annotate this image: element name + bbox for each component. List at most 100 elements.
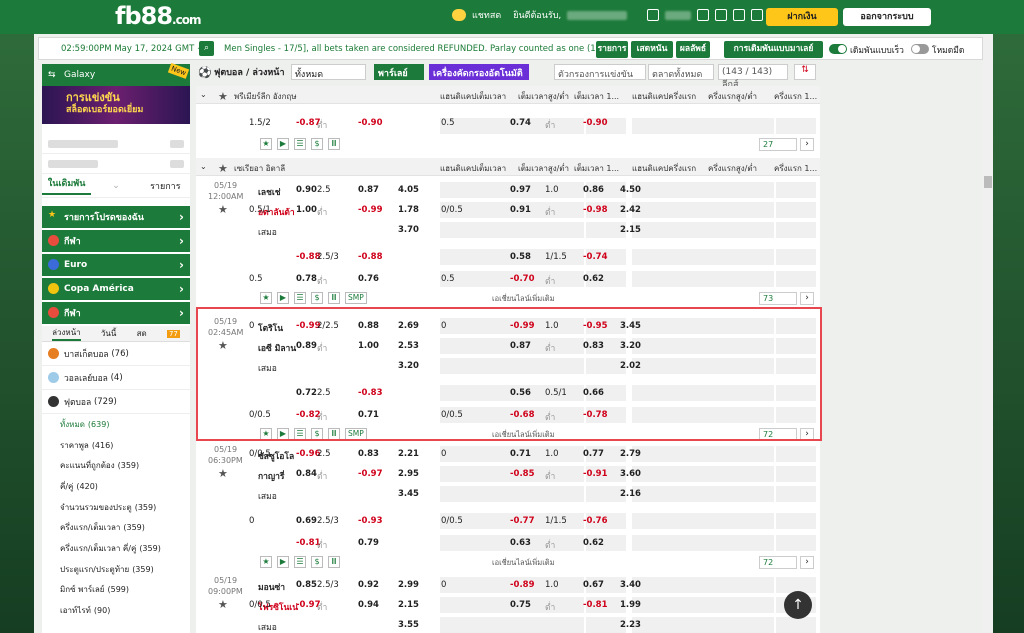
odds-value[interactable]: -0.99 bbox=[358, 205, 383, 215]
sub-market-item[interactable]: จำนวนรวมของประตู (359) bbox=[42, 497, 190, 518]
sub-market-item[interactable]: ราคาพูล (416) bbox=[42, 435, 190, 456]
odds-value[interactable]: 0.78 bbox=[296, 274, 317, 284]
odds-value[interactable]: 0.62 bbox=[583, 274, 604, 284]
odds-value[interactable]: -0.85 bbox=[510, 469, 535, 479]
next-icon[interactable]: › bbox=[800, 138, 814, 151]
odds-value[interactable]: 0.85 bbox=[296, 580, 317, 590]
market-icon[interactable]: ▶ bbox=[277, 138, 289, 150]
odds-value[interactable]: -0.78 bbox=[583, 410, 608, 420]
odds-value[interactable]: 0.79 bbox=[358, 538, 379, 548]
odds-value[interactable]: 1.78 bbox=[398, 205, 419, 215]
favorite-star-icon[interactable]: ★ bbox=[218, 467, 228, 480]
search-icon[interactable]: ⌕ bbox=[199, 41, 214, 56]
sub-market-item[interactable]: ทั้งหมด (639) bbox=[42, 414, 190, 435]
market-icon[interactable]: Ⅲ bbox=[328, 138, 340, 150]
smp-button[interactable]: SMP bbox=[345, 292, 367, 304]
odds-value[interactable]: 0.91 bbox=[510, 205, 531, 215]
menu-favorites[interactable]: ★ รายการโปรดของฉัน bbox=[42, 206, 190, 228]
more-count-select[interactable]: 72 bbox=[759, 428, 797, 441]
odds-value[interactable]: -0.98 bbox=[583, 205, 608, 215]
more-count-select[interactable]: 73 bbox=[759, 292, 797, 305]
market-icon[interactable]: $ bbox=[311, 556, 323, 568]
odds-value[interactable]: 0.71 bbox=[510, 449, 531, 459]
sort-icon[interactable]: ⇅ bbox=[794, 64, 816, 80]
tab-list[interactable]: รายการ bbox=[141, 179, 190, 193]
market-icon[interactable]: Ⅲ bbox=[328, 428, 340, 440]
odds-type-select[interactable]: การเดิมพันแบบมาเลย์ bbox=[724, 41, 823, 58]
menu-sports-b[interactable]: กีฬา bbox=[42, 302, 190, 324]
galaxy-bar[interactable]: ⇆ Galaxy New bbox=[42, 63, 190, 86]
user-icon[interactable] bbox=[733, 9, 746, 21]
odds-value[interactable]: -0.70 bbox=[510, 274, 535, 284]
more-count-select[interactable]: 72 bbox=[759, 556, 797, 569]
sub-market-item[interactable]: มิกซ์ พาร์เลย์ (599) bbox=[42, 580, 190, 601]
next-icon[interactable]: › bbox=[800, 428, 814, 441]
chevron-down-icon[interactable]: ⌄ bbox=[91, 181, 140, 191]
odds-value[interactable]: 0.83 bbox=[583, 341, 604, 351]
odds-value[interactable]: 0.97 bbox=[510, 185, 531, 195]
odds-value[interactable]: -0.89 bbox=[510, 580, 535, 590]
odds-value[interactable]: 0.67 bbox=[583, 580, 604, 590]
odds-value[interactable]: 0.88 bbox=[358, 321, 379, 331]
league-header[interactable]: ⌄ ★ พรีเมียร์ลีก อังกฤษ แฮนดิแคปเต็มเวลา เต็… bbox=[196, 86, 820, 104]
odds-value[interactable]: 2.99 bbox=[398, 580, 419, 590]
odds-value[interactable]: 0.69 bbox=[296, 516, 317, 526]
odds-value[interactable]: 3.70 bbox=[398, 225, 419, 235]
market-icon[interactable]: ★ bbox=[260, 292, 272, 304]
market-icon[interactable]: Ⅲ bbox=[328, 556, 340, 568]
more-lines-link[interactable]: เอเชี่ยนไลน์เพิ่มเติม bbox=[492, 293, 555, 305]
odds-value[interactable]: 0.75 bbox=[510, 600, 531, 610]
odds-value[interactable]: -0.90 bbox=[583, 118, 608, 128]
odds-value[interactable]: 0.77 bbox=[583, 449, 604, 459]
odds-value[interactable]: 2.23 bbox=[620, 620, 641, 630]
market-icon[interactable]: ▶ bbox=[277, 428, 289, 440]
more-lines-link[interactable]: เอเชี่ยนไลน์เพิ่มเติม bbox=[492, 429, 555, 441]
tab-betting[interactable]: ในเดิมพัน bbox=[42, 176, 92, 195]
odds-value[interactable]: 2.02 bbox=[620, 361, 641, 371]
odds-value[interactable]: 0.72 bbox=[296, 388, 317, 398]
refresh-icon[interactable] bbox=[697, 9, 710, 21]
odds-value[interactable]: 0.87 bbox=[358, 185, 379, 195]
market-icon[interactable]: ☰ bbox=[294, 556, 306, 568]
chat-icon[interactable] bbox=[452, 9, 466, 21]
777-icon[interactable] bbox=[715, 9, 728, 21]
market-icon[interactable]: Ⅲ bbox=[328, 292, 340, 304]
sub-market-item[interactable]: ครึ่งแรก/เต็มเวลา คี่/คู่ (359) bbox=[42, 538, 190, 559]
market-icon[interactable]: ★ bbox=[260, 556, 272, 568]
list-button[interactable]: รายการ bbox=[596, 41, 628, 58]
odds-value[interactable]: -0.76 bbox=[583, 516, 608, 526]
odds-value[interactable]: 1.99 bbox=[620, 600, 641, 610]
next-icon[interactable]: › bbox=[800, 292, 814, 305]
odds-value[interactable]: 2.95 bbox=[398, 469, 419, 479]
market-icon[interactable]: ▶ bbox=[277, 556, 289, 568]
odds-value[interactable]: -0.91 bbox=[583, 469, 608, 479]
odds-value[interactable]: -0.74 bbox=[583, 252, 608, 262]
odds-value[interactable]: 3.20 bbox=[398, 361, 419, 371]
odds-value[interactable]: 0.89 bbox=[296, 341, 317, 351]
odds-value[interactable]: 0.71 bbox=[358, 410, 379, 420]
odds-value[interactable]: 2.69 bbox=[398, 321, 419, 331]
odds-value[interactable]: 0.84 bbox=[296, 469, 317, 479]
odds-value[interactable]: 0.62 bbox=[583, 538, 604, 548]
odds-value[interactable]: 0.92 bbox=[358, 580, 379, 590]
favorite-star-icon[interactable]: ★ bbox=[218, 203, 228, 216]
sub-market-item[interactable]: ประตูแรก/ประตูท้าย (359) bbox=[42, 559, 190, 580]
more-lines-link[interactable]: เอเชี่ยนไลน์เพิ่มเติม bbox=[492, 557, 555, 569]
sport-volleyball[interactable]: วอลเลย์บอล (4) bbox=[42, 366, 190, 390]
wallet-icon[interactable] bbox=[647, 9, 660, 21]
logo[interactable]: fb88.com bbox=[115, 2, 201, 30]
scroll-top-icon[interactable]: ↑ bbox=[784, 591, 812, 619]
results-button[interactable]: ผลลัพธ์ bbox=[676, 41, 710, 58]
odds-value[interactable]: -0.93 bbox=[358, 516, 383, 526]
collapse-icon[interactable]: ⌄ bbox=[200, 162, 207, 171]
odds-value[interactable]: 2.42 bbox=[620, 205, 641, 215]
odds-value[interactable]: -0.95 bbox=[583, 321, 608, 331]
sub-market-item[interactable]: คี่/คู่ (420) bbox=[42, 476, 190, 497]
sport-basketball[interactable]: บาสเก็ตบอล (76) bbox=[42, 342, 190, 366]
smp-button[interactable]: SMP bbox=[345, 428, 367, 440]
odds-value[interactable]: -0.97 bbox=[358, 469, 383, 479]
odds-value[interactable]: 2.53 bbox=[398, 341, 419, 351]
odds-value[interactable]: 2.16 bbox=[620, 489, 641, 499]
tab-early[interactable]: ล่วงหน้า bbox=[52, 326, 81, 341]
market-icon[interactable]: ☰ bbox=[294, 292, 306, 304]
